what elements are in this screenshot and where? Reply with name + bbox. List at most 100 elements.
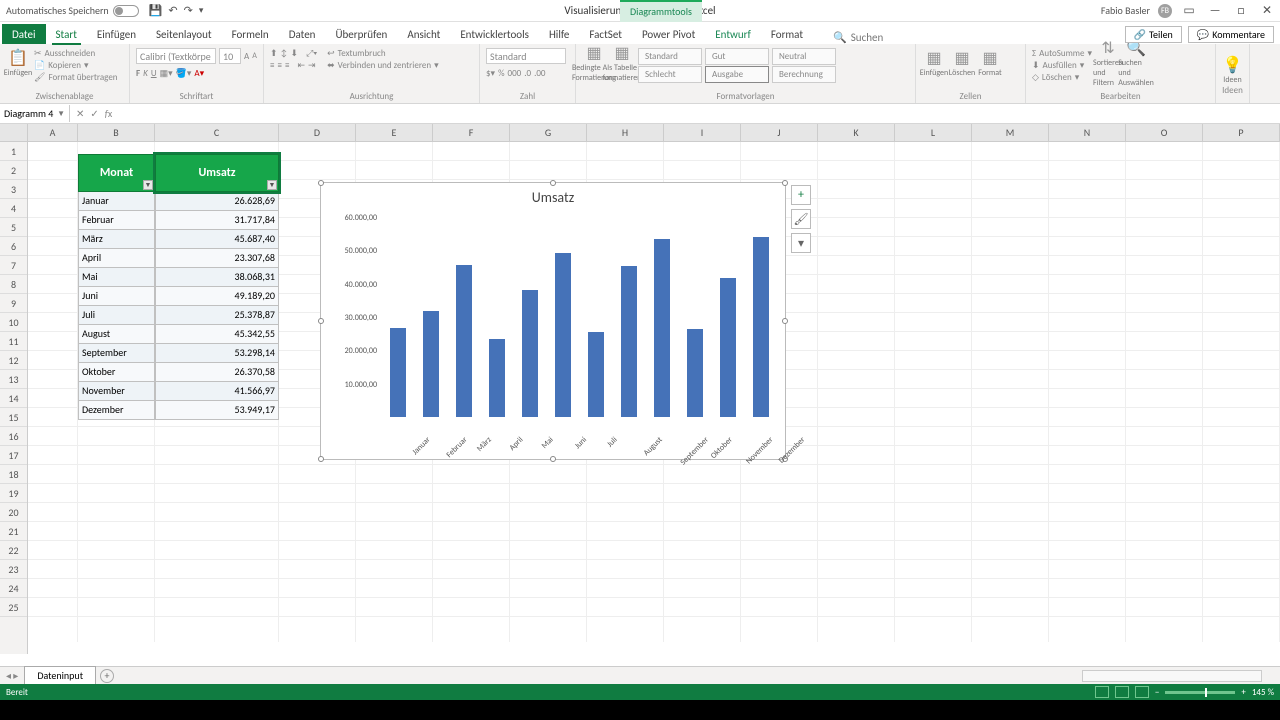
increase-font-icon[interactable]: A xyxy=(244,51,249,62)
cell-month[interactable]: Mai xyxy=(78,268,155,287)
cell-month[interactable]: Dezember xyxy=(78,401,155,420)
row-header[interactable]: 25 xyxy=(0,598,27,617)
align-right-icon[interactable]: ≡ xyxy=(285,60,289,71)
column-header[interactable]: B xyxy=(78,124,155,141)
chart-bar[interactable] xyxy=(489,339,505,417)
user-name[interactable]: Fabio Basler xyxy=(1101,4,1150,17)
share-button[interactable]: 🔗Teilen xyxy=(1125,26,1182,43)
table-row[interactable]: Juni49.189,20 xyxy=(78,287,279,306)
find-select-button[interactable]: 🔍Suchen und Auswählen xyxy=(1124,48,1148,78)
column-header[interactable]: J xyxy=(741,124,818,141)
tab-start[interactable]: Start xyxy=(46,24,87,44)
chart-styles-button[interactable]: 🖌 xyxy=(791,209,811,229)
number-format-select[interactable]: Standard xyxy=(486,48,566,64)
row-header[interactable]: 3 xyxy=(0,180,27,199)
cell-umsatz[interactable]: 45.687,40 xyxy=(155,230,279,249)
sheet-nav-icon[interactable]: ◂ ▸ xyxy=(0,669,24,682)
cell-umsatz[interactable]: 31.717,84 xyxy=(155,211,279,230)
avatar[interactable]: FB xyxy=(1158,4,1172,18)
ideas-button[interactable]: 💡Ideen xyxy=(1221,55,1245,85)
normal-view-icon[interactable] xyxy=(1095,686,1109,698)
zoom-out-icon[interactable]: − xyxy=(1155,687,1159,698)
chart-bar[interactable] xyxy=(456,265,472,417)
style-gut[interactable]: Gut xyxy=(705,48,769,65)
horizontal-scrollbar[interactable] xyxy=(1082,670,1262,682)
row-header[interactable]: 5 xyxy=(0,218,27,237)
tab-ansicht[interactable]: Ansicht xyxy=(397,24,450,44)
border-icon[interactable]: ▦▾ xyxy=(160,68,173,79)
row-header[interactable]: 17 xyxy=(0,446,27,465)
tab-formeln[interactable]: Formeln xyxy=(222,24,279,44)
bold-button[interactable]: F xyxy=(136,68,140,79)
row-header[interactable]: 15 xyxy=(0,408,27,427)
chart-bar[interactable] xyxy=(390,328,406,417)
merge-button[interactable]: ⬌ Verbinden und zentrieren ▾ xyxy=(327,60,438,71)
tab-seitenlayout[interactable]: Seitenlayout xyxy=(146,24,222,44)
tab-hilfe[interactable]: Hilfe xyxy=(539,24,579,44)
table-row[interactable]: Mai38.068,31 xyxy=(78,268,279,287)
table-row[interactable]: Januar26.628,69 xyxy=(78,192,279,211)
chart-bar[interactable] xyxy=(720,278,736,417)
chart-filters-button[interactable]: ▾ xyxy=(791,233,811,253)
cell-umsatz[interactable]: 41.566,97 xyxy=(155,382,279,401)
column-header[interactable]: P xyxy=(1203,124,1280,141)
cell-umsatz[interactable]: 38.068,31 xyxy=(155,268,279,287)
row-header[interactable]: 12 xyxy=(0,351,27,370)
format-as-table-button[interactable]: ▦Als Tabelle formatieren xyxy=(610,48,634,78)
cell-month[interactable]: Juli xyxy=(78,306,155,325)
row-header[interactable]: 22 xyxy=(0,541,27,560)
chart-elements-button[interactable]: + xyxy=(791,185,811,205)
currency-icon[interactable]: $▾ xyxy=(486,68,495,79)
table-header-monat[interactable]: Monat▼ xyxy=(78,154,155,192)
page-break-view-icon[interactable] xyxy=(1135,686,1149,698)
orientation-icon[interactable]: ⤢▾ xyxy=(306,48,317,59)
zoom-level[interactable]: 145 % xyxy=(1252,687,1274,698)
copy-button[interactable]: 📄 Kopieren ▾ xyxy=(34,60,118,71)
tab-datei[interactable]: Datei xyxy=(2,24,46,44)
tell-me-search[interactable]: 🔍 Suchen xyxy=(833,31,883,44)
column-header[interactable]: C xyxy=(155,124,279,141)
format-painter-button[interactable]: 🖌 Format übertragen xyxy=(34,72,118,83)
row-header[interactable]: 18 xyxy=(0,465,27,484)
row-header[interactable]: 20 xyxy=(0,503,27,522)
toggle-off-icon[interactable] xyxy=(113,5,139,17)
cell-month[interactable]: September xyxy=(78,344,155,363)
cell-month[interactable]: November xyxy=(78,382,155,401)
zoom-in-icon[interactable]: + xyxy=(1241,687,1245,698)
inc-decimal-icon[interactable]: .0 xyxy=(524,68,531,79)
cell-umsatz[interactable]: 26.370,58 xyxy=(155,363,279,382)
style-standard[interactable]: Standard xyxy=(638,48,702,65)
column-header[interactable]: A xyxy=(28,124,78,141)
chart-bar[interactable] xyxy=(588,332,604,417)
name-box[interactable]: Diagramm 4▼ xyxy=(0,105,70,122)
align-center-icon[interactable]: ≡ xyxy=(277,60,281,71)
row-header[interactable]: 14 xyxy=(0,389,27,408)
cancel-formula-icon[interactable]: ✕ xyxy=(76,107,84,120)
indent-in-icon[interactable]: ⇥ xyxy=(308,60,316,71)
cell-month[interactable]: März xyxy=(78,230,155,249)
clear-button[interactable]: ◇ Löschen ▾ xyxy=(1032,72,1092,83)
save-icon[interactable]: 💾 xyxy=(149,4,163,17)
maximize-icon[interactable]: □ xyxy=(1232,4,1250,18)
align-top-icon[interactable]: ⬆ xyxy=(270,48,278,59)
worksheet-grid[interactable]: 1234567891011121314151617181920212223242… xyxy=(0,124,1280,654)
close-icon[interactable]: ✕ xyxy=(1258,3,1276,18)
tab-daten[interactable]: Daten xyxy=(279,24,326,44)
cell-month[interactable]: Februar xyxy=(78,211,155,230)
fill-color-icon[interactable]: 🪣▾ xyxy=(176,68,192,79)
fx-icon[interactable]: fx xyxy=(105,107,112,120)
column-header[interactable]: O xyxy=(1126,124,1203,141)
row-header[interactable]: 11 xyxy=(0,332,27,351)
cut-button[interactable]: ✂ Ausschneiden xyxy=(34,48,118,59)
column-header[interactable]: I xyxy=(664,124,741,141)
decrease-font-icon[interactable]: A xyxy=(252,51,257,61)
thousands-icon[interactable]: 000 xyxy=(508,68,522,79)
chart-bar[interactable] xyxy=(555,253,571,417)
cell-umsatz[interactable]: 23.307,68 xyxy=(155,249,279,268)
percent-icon[interactable]: % xyxy=(498,68,504,79)
chart-bar[interactable] xyxy=(687,329,703,417)
confirm-formula-icon[interactable]: ✓ xyxy=(90,107,98,120)
row-header[interactable]: 8 xyxy=(0,275,27,294)
table-row[interactable]: März45.687,40 xyxy=(78,230,279,249)
insert-cells-button[interactable]: ▦Einfügen xyxy=(922,48,946,78)
